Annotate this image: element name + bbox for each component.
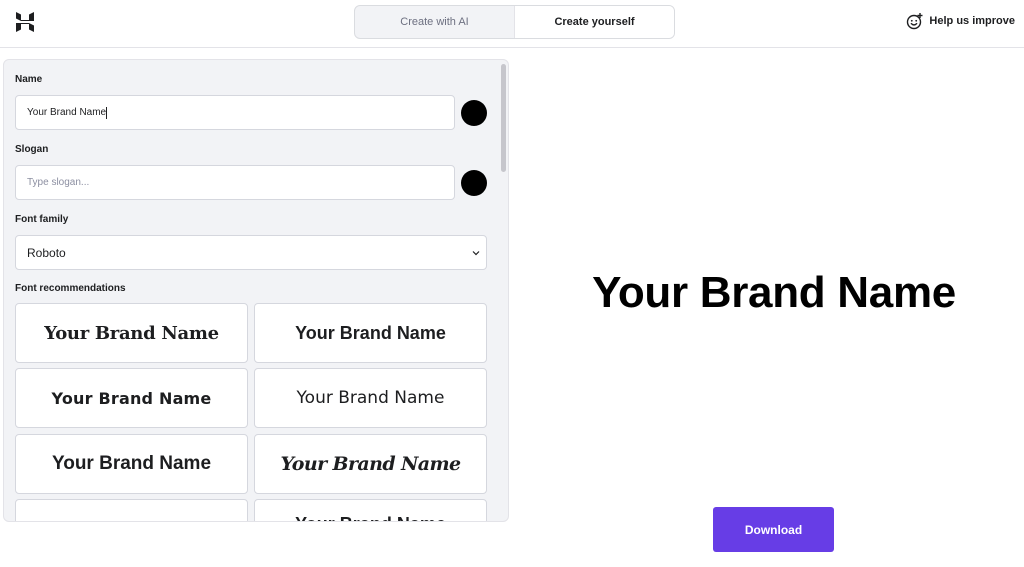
font-option-4[interactable]: Your Brand Name — [254, 368, 487, 428]
font-option-3[interactable]: Your Brand Name — [15, 368, 248, 428]
font-option-1[interactable]: Your Brand Name — [15, 303, 248, 363]
tab-create-yourself[interactable]: Create yourself — [514, 6, 674, 38]
slogan-input-placeholder: Type slogan... — [27, 177, 90, 188]
font-family-label: Font family — [15, 214, 69, 225]
smiley-plus-icon — [907, 13, 923, 30]
help-us-improve-button[interactable]: Help us improve — [906, 12, 1015, 30]
font-family-selected: Roboto — [27, 245, 66, 260]
name-label: Name — [15, 74, 43, 85]
tab-create-with-ai[interactable]: Create with AI — [355, 6, 514, 38]
name-input-value: Your Brand Name — [27, 107, 107, 118]
font-recommendations-label: Font recommendations — [15, 283, 126, 294]
mode-switch: Create with AI Create yourself — [354, 5, 675, 39]
download-button[interactable]: Download — [713, 507, 834, 552]
font-option-2[interactable]: Your Brand Name — [254, 303, 487, 363]
font-option-7[interactable] — [15, 499, 248, 521]
name-input[interactable]: Your Brand Name — [15, 95, 455, 130]
font-option-6[interactable]: Your Brand Name — [254, 434, 487, 494]
slogan-input[interactable]: Type slogan... — [15, 165, 455, 200]
hostinger-logo-icon[interactable] — [14, 11, 36, 33]
editor-panel: Name Your Brand Name Slogan Type slogan.… — [3, 59, 509, 522]
font-option-5[interactable]: Your Brand Name — [15, 434, 248, 494]
logo-preview-text: Your Brand Name — [592, 268, 956, 317]
font-family-select[interactable]: Roboto — [15, 235, 487, 270]
text-caret — [106, 106, 108, 119]
name-color-picker[interactable] — [461, 100, 487, 126]
font-option-8[interactable]: Your Brand Name — [254, 499, 487, 521]
slogan-label: Slogan — [15, 144, 49, 155]
slogan-color-picker[interactable] — [461, 170, 487, 196]
help-label: Help us improve — [929, 15, 1015, 27]
panel-scrollbar[interactable] — [500, 62, 506, 521]
chevron-down-icon — [472, 251, 480, 256]
top-bar: Create with AI Create yourself Help us i… — [0, 0, 1024, 48]
scrollbar-thumb[interactable] — [501, 64, 506, 172]
